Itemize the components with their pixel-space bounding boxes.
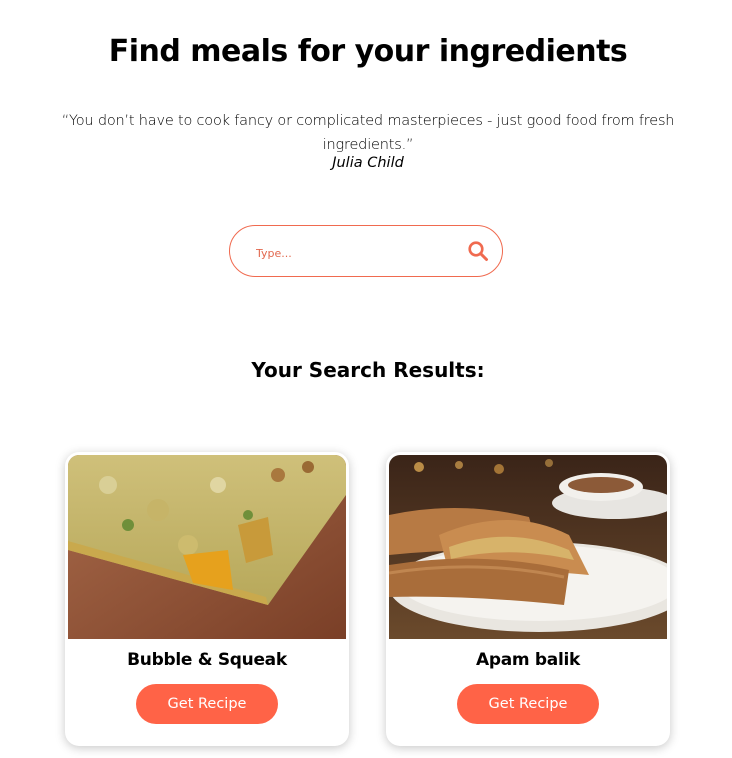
get-recipe-button[interactable]: Get Recipe xyxy=(457,684,599,724)
recipe-card: Bubble & Squeak Get Recipe xyxy=(65,452,349,746)
recipe-title: Bubble & Squeak xyxy=(127,650,287,670)
results-heading: Your Search Results: xyxy=(251,358,485,382)
search-input[interactable] xyxy=(254,240,458,266)
recipe-image[interactable] xyxy=(68,455,346,639)
search-icon[interactable] xyxy=(467,240,489,262)
get-recipe-button[interactable]: Get Recipe xyxy=(136,684,278,724)
recipe-card: Apam balik Get Recipe xyxy=(386,452,670,746)
page-title: Find meals for your ingredients xyxy=(108,34,628,69)
quote-author: Julia Child xyxy=(332,155,404,171)
quote-text: “You don’t have to cook fancy or complic… xyxy=(61,113,675,153)
search-box xyxy=(229,225,503,277)
recipe-title: Apam balik xyxy=(475,650,581,670)
recipe-image[interactable] xyxy=(389,455,667,639)
